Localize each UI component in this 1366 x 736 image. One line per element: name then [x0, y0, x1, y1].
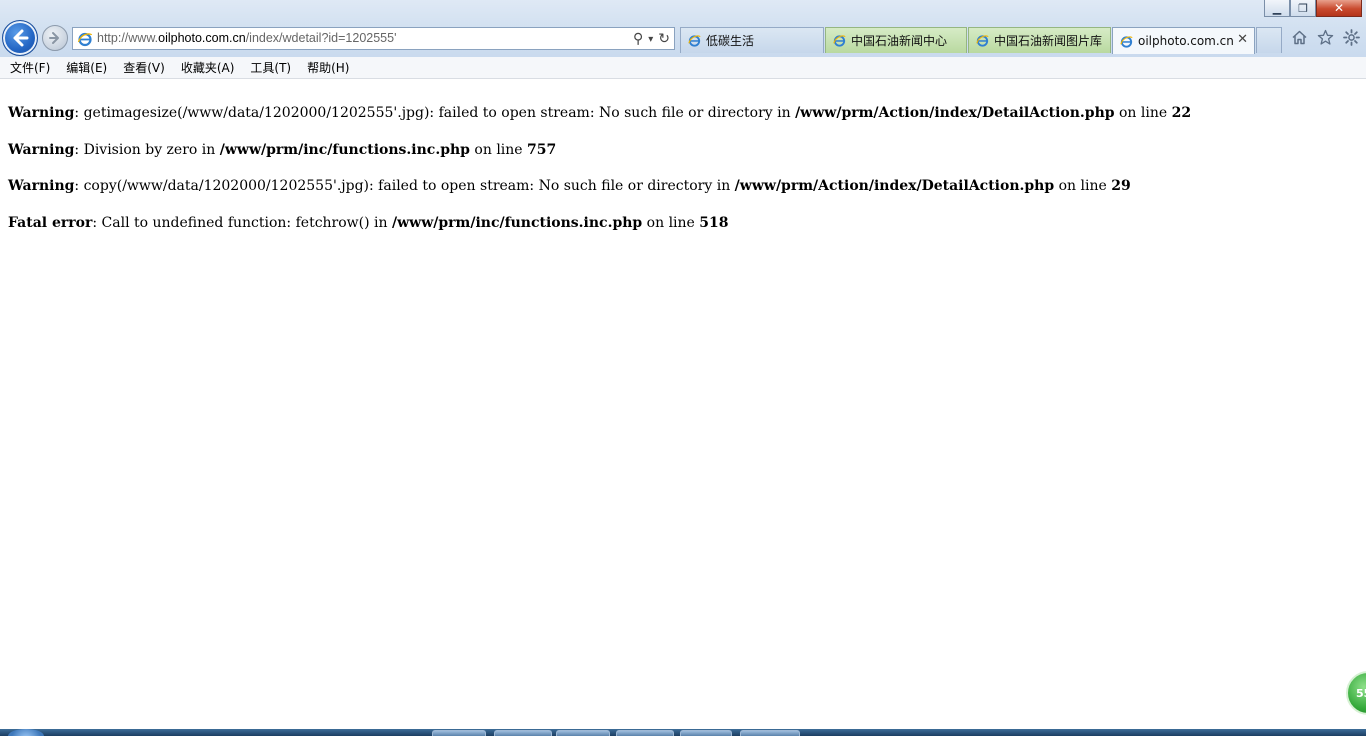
- search-icon[interactable]: ⚲: [633, 31, 643, 47]
- error-line-number: 518: [699, 215, 729, 231]
- taskbar-button[interactable]: [556, 730, 610, 736]
- star-icon-glyph: [1317, 29, 1333, 45]
- menu-tools[interactable]: 工具(T): [243, 57, 298, 78]
- taskbar: [0, 729, 1366, 736]
- back-button[interactable]: [2, 20, 38, 56]
- taskbar-button[interactable]: [432, 730, 486, 736]
- error-text: : getimagesize(/www/data/1202000/1202555…: [74, 105, 796, 121]
- taskbar-button[interactable]: [494, 730, 552, 736]
- start-button[interactable]: [8, 729, 44, 736]
- error-message: Warning: copy(/www/data/1202000/1202555'…: [8, 178, 1131, 194]
- error-level: Warning: [8, 142, 75, 158]
- dropdown-arrow-icon[interactable]: ▾: [648, 34, 653, 45]
- error-file: /www/prm/Action/index/DetailAction.php: [795, 105, 1115, 121]
- ie-logo-icon: [77, 32, 93, 47]
- home-icon[interactable]: [1290, 28, 1308, 46]
- error-message: Warning: getimagesize(/www/data/1202000/…: [8, 105, 1191, 121]
- error-on-line: on line: [1054, 178, 1112, 194]
- taskbar-button[interactable]: [740, 730, 800, 736]
- refresh-icon[interactable]: ↻: [658, 31, 670, 47]
- arrow-right-icon: [49, 32, 59, 44]
- error-line-number: 757: [527, 142, 557, 158]
- page-content: Warning: getimagesize(/www/data/1202000/…: [0, 79, 1366, 729]
- tab-petrochina-news-photos[interactable]: 中国石油新闻图片库: [968, 27, 1111, 53]
- error-level: Fatal error: [8, 215, 93, 231]
- menu-bar: 文件(F) 编辑(E) 查看(V) 收藏夹(A) 工具(T) 帮助(H): [0, 57, 1366, 79]
- menu-favorites[interactable]: 收藏夹(A): [174, 57, 242, 78]
- menu-view[interactable]: 查看(V): [116, 57, 172, 78]
- tab-label: 中国石油新闻图片库: [994, 34, 1103, 48]
- taskbar-button[interactable]: [616, 730, 674, 736]
- home-icon-glyph: [1291, 30, 1307, 44]
- error-on-line: on line: [469, 142, 528, 158]
- tab-petrochina-news-center[interactable]: 中国石油新闻中心: [825, 27, 967, 53]
- error-text: : copy(/www/data/1202000/1202555'.jpg): …: [74, 178, 735, 194]
- tab-close-icon[interactable]: ✕: [1237, 32, 1248, 47]
- url-host: oilphoto.com.cn: [158, 31, 246, 45]
- error-file: /www/prm/Action/index/DetailAction.php: [734, 178, 1055, 194]
- error-line-number: 22: [1171, 105, 1192, 121]
- error-on-line: on line: [1114, 105, 1172, 121]
- menu-help[interactable]: 帮助(H): [300, 57, 356, 78]
- menu-file[interactable]: 文件(F): [3, 57, 57, 78]
- new-tab-button[interactable]: [1256, 27, 1282, 53]
- arrow-left-icon: [13, 29, 29, 47]
- error-text: : Division by zero in: [74, 142, 220, 158]
- close-icon: ✕: [1333, 1, 1345, 15]
- tab-low-carbon[interactable]: 低碳生活: [680, 27, 824, 53]
- error-text: : Call to undefined function: fetchrow()…: [92, 215, 392, 231]
- restore-icon: ❐: [1298, 1, 1308, 15]
- tools-gear-icon[interactable]: [1342, 28, 1360, 46]
- taskbar-button[interactable]: [680, 730, 732, 736]
- tab-oilphoto-active[interactable]: oilphoto.com.cn ✕: [1112, 27, 1255, 54]
- ie-page-icon: [976, 35, 989, 47]
- error-message: Warning: Division by zero in /www/prm/in…: [8, 142, 556, 158]
- ie-page-icon: [1120, 35, 1133, 48]
- close-window-button[interactable]: ✕: [1316, 0, 1362, 17]
- ie-page-icon: [688, 35, 701, 47]
- error-level: Warning: [8, 178, 75, 194]
- fatal-error-message: Fatal error: Call to undefined function:…: [8, 215, 729, 231]
- browser-toolbar: http://www.oilphoto.com.cn/index/wdetail…: [0, 0, 1366, 57]
- tab-label: oilphoto.com.cn: [1138, 34, 1234, 48]
- tab-label: 中国石油新闻中心: [851, 34, 948, 48]
- minimize-icon: ▁: [1272, 1, 1282, 15]
- maximize-button[interactable]: ❐: [1290, 0, 1316, 17]
- url-path: /index/wdetail?id=1202555': [245, 31, 397, 45]
- tab-label: 低碳生活: [706, 34, 755, 48]
- gear-icon-glyph: [1342, 28, 1360, 46]
- address-bar[interactable]: http://www.oilphoto.com.cn/index/wdetail…: [72, 27, 675, 50]
- floating-badge-label: 55: [1356, 686, 1366, 700]
- minimize-button[interactable]: ▁: [1264, 0, 1290, 17]
- error-level: Warning: [8, 105, 75, 121]
- error-on-line: on line: [642, 215, 700, 231]
- error-file: /www/prm/inc/functions.inc.php: [219, 142, 470, 158]
- address-url[interactable]: http://www.oilphoto.com.cn/index/wdetail…: [97, 31, 396, 45]
- forward-button[interactable]: [42, 25, 68, 51]
- ie-page-icon: [833, 35, 846, 47]
- error-line-number: 29: [1111, 178, 1131, 194]
- favorites-star-icon[interactable]: [1316, 28, 1334, 46]
- error-file: /www/prm/inc/functions.inc.php: [391, 215, 643, 231]
- menu-edit[interactable]: 编辑(E): [59, 57, 114, 78]
- url-prefix: http://www.: [97, 31, 159, 45]
